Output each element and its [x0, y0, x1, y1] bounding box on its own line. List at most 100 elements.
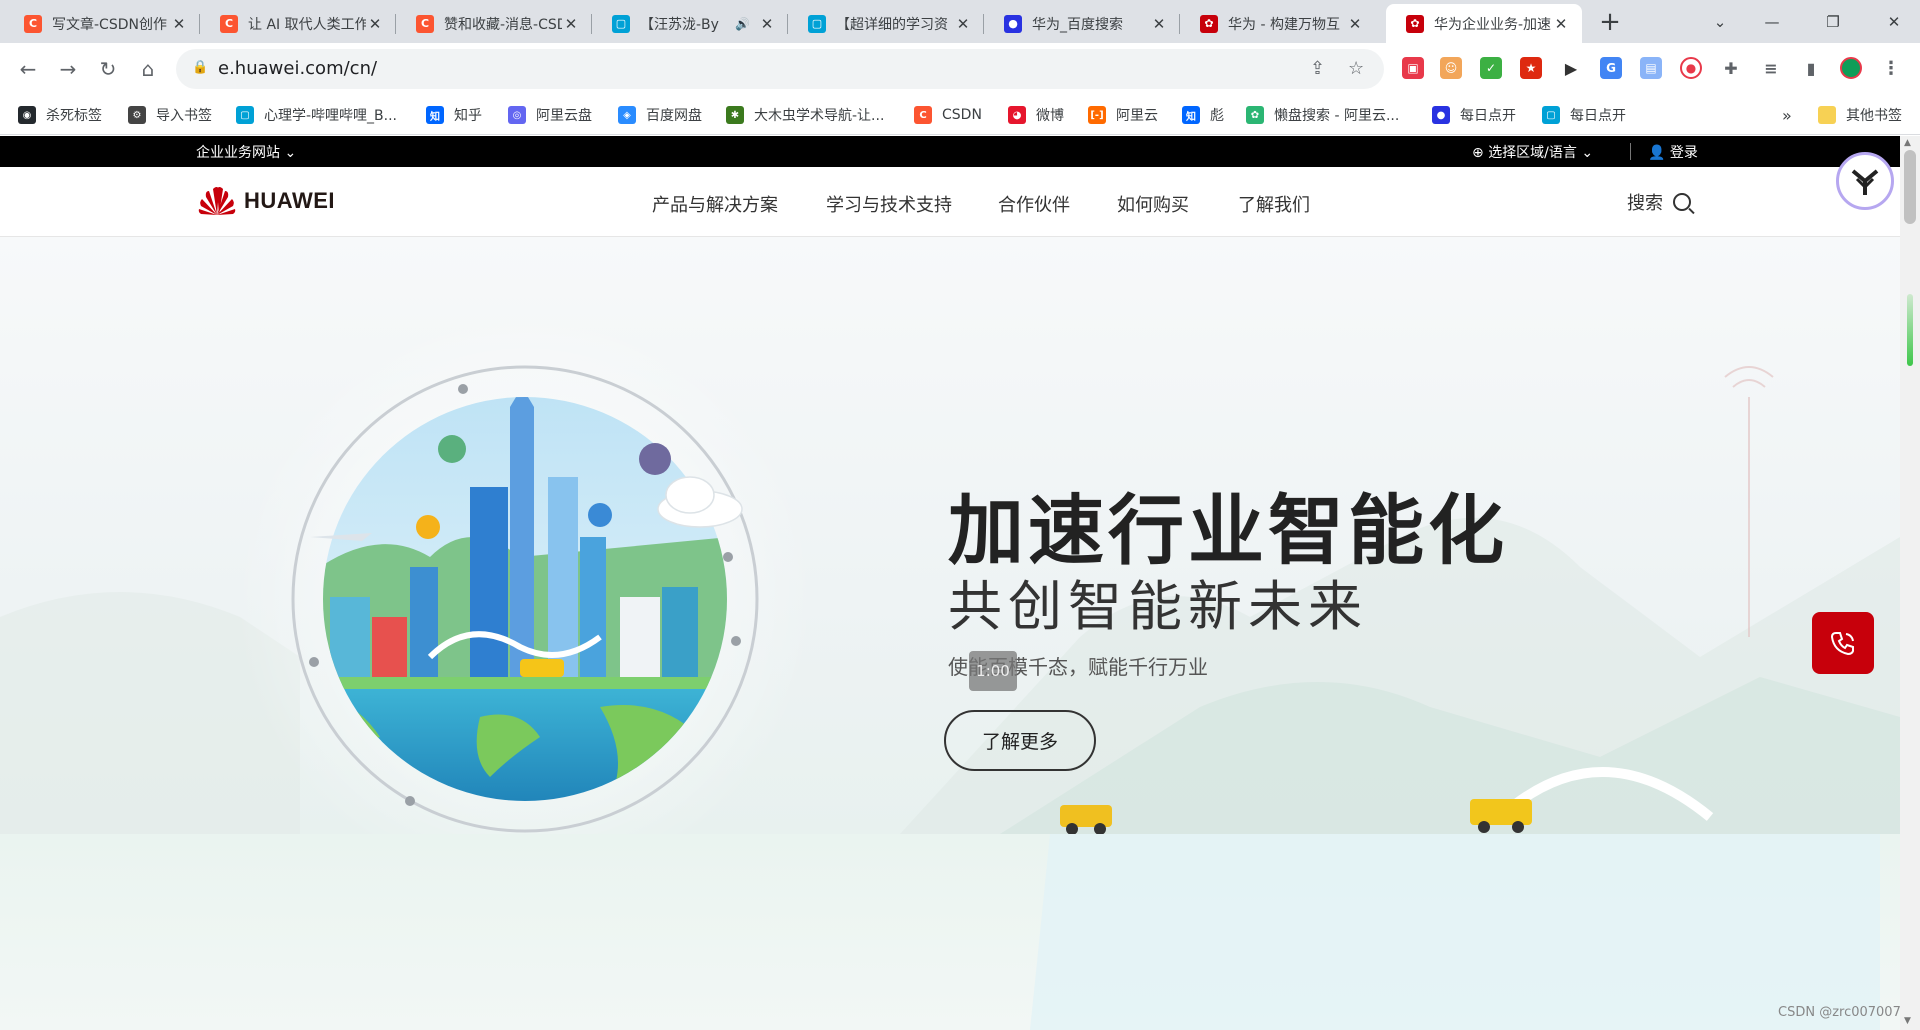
huawei-logo[interactable]: HUAWEI [196, 185, 335, 217]
close-icon[interactable]: ✕ [954, 15, 972, 33]
close-icon[interactable]: ✕ [1346, 15, 1364, 33]
play-icon[interactable]: ▶ [1560, 57, 1582, 79]
home-button[interactable]: ⌂ [134, 55, 162, 83]
forward-button[interactable]: → [54, 55, 82, 83]
utility-bar: 企业业务网站 ⌄ ⊕ 选择区域/语言 ⌄ 👤 登录 [0, 136, 1900, 167]
reading-list-icon[interactable]: ≡ [1760, 57, 1782, 79]
bilibili-icon: ▢ [236, 106, 254, 124]
puzzle-icon[interactable]: ✚ [1720, 57, 1742, 79]
scroll-down-arrow[interactable]: ▼ [1904, 1016, 1911, 1026]
tab-title: 写文章-CSDN创作 [52, 16, 167, 33]
bookmark-star-icon[interactable]: ☆ [1348, 58, 1364, 79]
tab-title: 华为企业业务-加速 [1434, 16, 1552, 33]
site-switcher[interactable]: 企业业务网站 ⌄ [196, 142, 296, 162]
extension-icon[interactable]: ☺ [1440, 57, 1462, 79]
bookmark-item[interactable]: ● 每日点开 [1432, 102, 1516, 128]
search-button[interactable]: 搜索 [1627, 189, 1691, 215]
side-panel-icon[interactable]: ▮ [1800, 57, 1822, 79]
browser-tab[interactable]: ▢ 【汪苏泷-By 🔊 ✕ [592, 4, 788, 43]
window-close-button[interactable]: ✕ [1864, 0, 1920, 43]
learn-more-button[interactable]: 了解更多 [944, 710, 1096, 771]
bookmark-item[interactable]: C CSDN [914, 102, 982, 128]
bookmark-item[interactable]: 知彪 [1182, 102, 1224, 128]
profile-avatar[interactable] [1840, 57, 1862, 79]
new-tab-button[interactable]: + [1594, 6, 1626, 38]
bookmark-label: 心理学-哔哩哔哩_B... [264, 108, 398, 124]
extension-icon[interactable]: ▣ [1402, 57, 1424, 79]
lower-section-background [1030, 834, 1880, 1030]
minimize-button[interactable]: — [1742, 0, 1802, 43]
close-icon[interactable]: ✕ [1150, 15, 1168, 33]
region-language-selector[interactable]: ⊕ 选择区域/语言 ⌄ [1472, 142, 1593, 162]
browser-tab[interactable]: ● 华为_百度搜索 ✕ [984, 4, 1180, 43]
bookmark-item[interactable]: ⚙ 导入书签 [128, 102, 212, 128]
huawei-flower-icon [198, 187, 236, 215]
browser-tab[interactable]: C 写文章-CSDN创作 ✕ [4, 4, 200, 43]
floating-assistant-button[interactable] [1836, 152, 1894, 210]
bookmark-item[interactable]: ▢ 每日点开 [1542, 102, 1626, 128]
scrollbar-thumb[interactable] [1904, 150, 1916, 224]
phone-icon [1830, 632, 1854, 656]
csdn-icon: C [220, 14, 238, 33]
lock-icon[interactable]: 🔒 [192, 60, 208, 75]
flag-icon[interactable]: ★ [1520, 57, 1542, 79]
close-icon[interactable]: ✕ [1552, 15, 1570, 33]
bookmark-item[interactable]: ◈ 百度网盘 [618, 102, 702, 128]
document-icon[interactable]: ▤ [1640, 57, 1662, 79]
speaker-icon[interactable]: 🔊 [735, 17, 750, 31]
close-icon[interactable]: ✕ [758, 15, 776, 33]
nav-about-us[interactable]: 了解我们 [1238, 191, 1310, 217]
huawei-icon: ✿ [1200, 14, 1218, 33]
close-icon[interactable]: ✕ [366, 15, 384, 33]
bookmark-label: 彪 [1210, 108, 1224, 124]
bookmarks-overflow-button[interactable]: » [1782, 102, 1792, 128]
bookmark-item[interactable]: ◉ 杀死标签 [18, 102, 102, 128]
menu-icon[interactable]: ⋮ [1880, 57, 1902, 79]
back-button[interactable]: ← [14, 55, 42, 83]
nav-partners[interactable]: 合作伙伴 [998, 191, 1070, 217]
address-bar[interactable]: 🔒 e.huawei.com/cn/ ⇪ ☆ [176, 49, 1384, 89]
nav-products-solutions[interactable]: 产品与解决方案 [652, 191, 778, 217]
browser-tab[interactable]: ▢ 【超详细的学习资 ✕ [788, 4, 984, 43]
next-section-preview [0, 834, 1900, 1030]
bookmark-item[interactable]: ◎ 阿里云盘 [508, 102, 592, 128]
bookmark-item[interactable]: ▢ 心理学-哔哩哔哩_B... [236, 102, 397, 128]
browser-tab-active[interactable]: ✿ 华为企业业务-加速 ✕ [1386, 4, 1582, 43]
login-label: 登录 [1669, 145, 1698, 161]
browser-toolbar: ← → ↻ ⌂ 🔒 e.huawei.com/cn/ ⇪ ☆ [0, 43, 1920, 95]
github-icon: ◉ [18, 106, 36, 124]
other-bookmarks[interactable]: 其他书签 [1818, 102, 1902, 128]
baidu-icon: ● [1004, 14, 1022, 33]
restore-button[interactable]: ❐ [1803, 0, 1863, 43]
page-scrollbar[interactable]: ▲ ▼ [1900, 136, 1920, 1030]
bookmark-item[interactable]: ✱ 大木虫学术导航-让... [726, 102, 884, 128]
tab-strip: C 写文章-CSDN创作 ✕ C 让 AI 取代人类工作 ✕ C 赞和收藏-消息… [0, 0, 1920, 43]
translate-icon[interactable]: G [1600, 57, 1622, 79]
baidu-drive-icon: ◈ [618, 106, 636, 124]
share-icon[interactable]: ⇪ [1310, 58, 1325, 79]
bookmark-label: 每日点开 [1460, 108, 1516, 124]
scroll-up-arrow[interactable]: ▲ [1904, 138, 1911, 148]
contact-phone-button[interactable] [1812, 612, 1874, 674]
nav-how-to-buy[interactable]: 如何购买 [1117, 191, 1189, 217]
hero-subtitle: 共创智能新未来 [948, 575, 1368, 638]
reload-button[interactable]: ↻ [94, 55, 122, 83]
bookmark-item[interactable]: ✿ 懒盘搜索 - 阿里云... [1246, 102, 1399, 128]
nav-learning-support[interactable]: 学习与技术支持 [826, 191, 952, 217]
bookmark-item[interactable]: 知知乎 [426, 102, 482, 128]
bookmark-item[interactable]: ◕ 微博 [1008, 102, 1064, 128]
record-icon[interactable]: ● [1680, 57, 1702, 79]
aliyun-icon: [-] [1088, 106, 1106, 124]
bookmark-item[interactable]: [-] 阿里云 [1088, 102, 1158, 128]
browser-tab[interactable]: C 让 AI 取代人类工作 ✕ [200, 4, 396, 43]
url-text[interactable]: e.huawei.com/cn/ [218, 58, 377, 79]
browser-tab[interactable]: C 赞和收藏-消息-CSDN ✕ [396, 4, 592, 43]
login-link[interactable]: 👤 登录 [1648, 142, 1698, 162]
shield-icon[interactable]: ✓ [1480, 57, 1502, 79]
tab-search-icon[interactable]: ⌄ [1690, 0, 1750, 43]
close-icon[interactable]: ✕ [562, 15, 580, 33]
tab-title: 华为 - 构建万物互 [1228, 16, 1340, 33]
close-icon[interactable]: ✕ [170, 15, 188, 33]
divider [1630, 143, 1631, 160]
browser-tab[interactable]: ✿ 华为 - 构建万物互 ✕ [1180, 4, 1376, 43]
